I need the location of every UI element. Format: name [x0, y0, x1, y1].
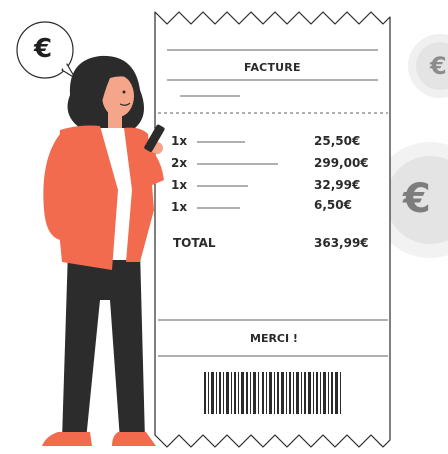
- coin-small-euro-icon: €: [430, 52, 447, 80]
- woman-figure: [42, 55, 165, 446]
- receipt-paper: [154, 11, 391, 448]
- coin-large-euro-icon: €: [403, 176, 431, 222]
- item-price: 32,99€: [314, 178, 361, 192]
- item-qty: 1x: [171, 178, 188, 192]
- euro-icon: €: [34, 34, 53, 64]
- total-label: TOTAL: [173, 236, 216, 250]
- item-price: 6,50€: [314, 198, 352, 212]
- item-qty: 1x: [171, 200, 188, 214]
- thanks-message: MERCI !: [250, 332, 298, 345]
- receipt-title: FACTURE: [244, 61, 301, 74]
- illustration-svg: [16, 11, 448, 448]
- item-price: 299,00€: [314, 156, 369, 170]
- item-qty: 2x: [171, 156, 188, 170]
- total-value: 363,99€: [314, 236, 369, 250]
- illustration: [0, 0, 448, 450]
- item-qty: 1x: [171, 134, 188, 148]
- item-price: 25,50€: [314, 134, 361, 148]
